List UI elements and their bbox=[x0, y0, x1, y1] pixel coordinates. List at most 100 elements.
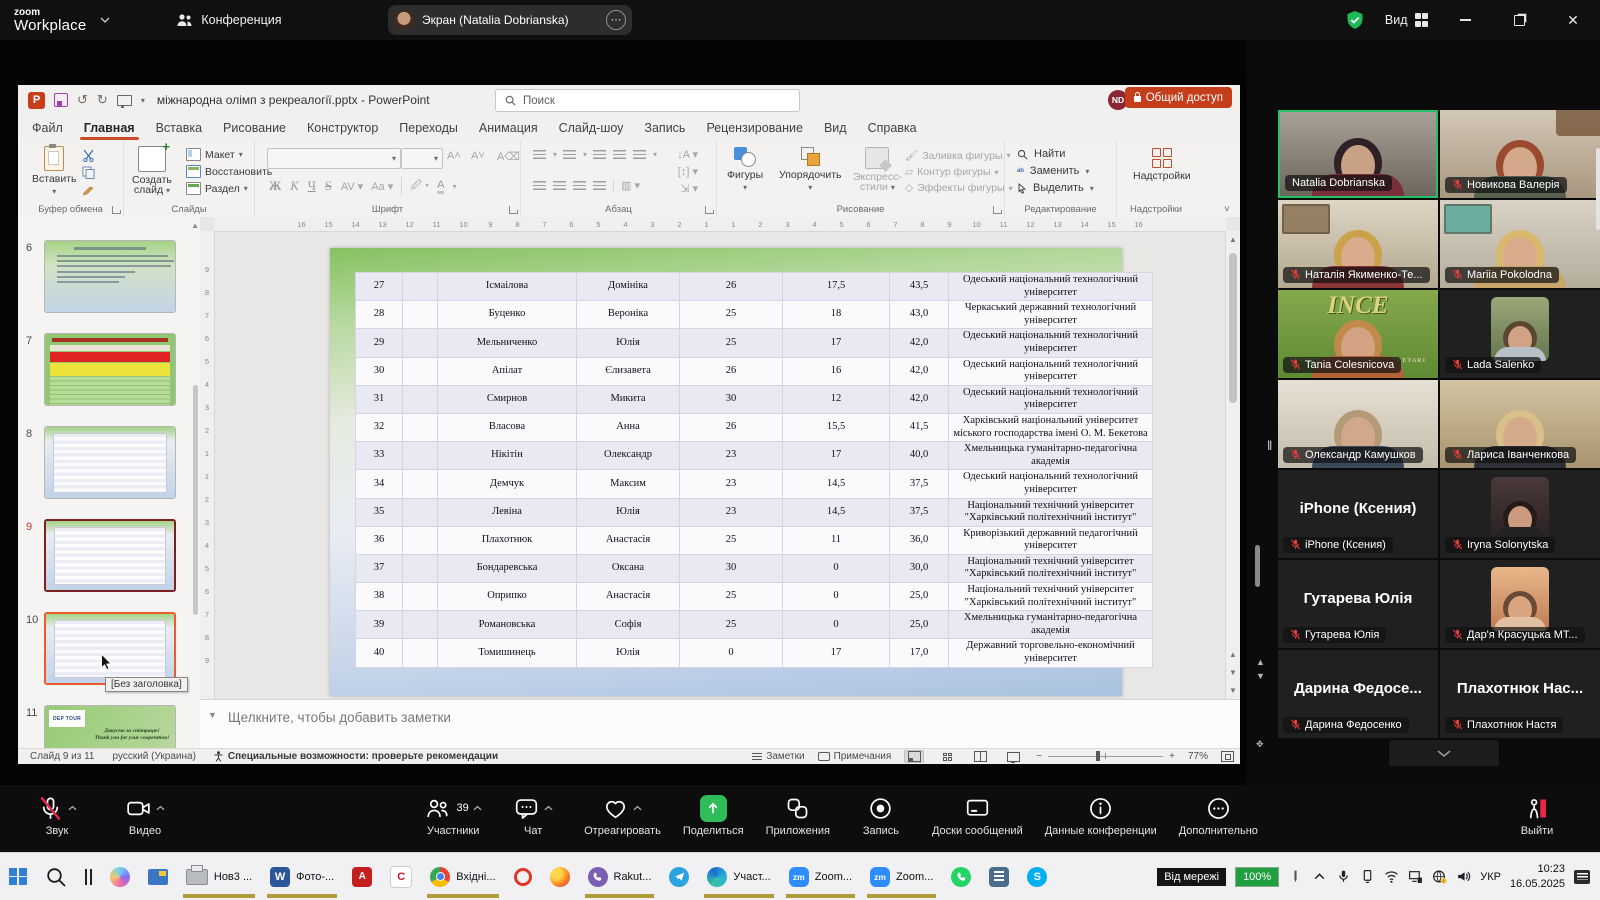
align-center-icon[interactable] bbox=[553, 181, 566, 190]
view-button[interactable]: Вид bbox=[1385, 13, 1428, 27]
screen-tab-more-icon[interactable]: ⋯ bbox=[606, 10, 626, 30]
clear-format-icon[interactable]: A⌫ bbox=[497, 150, 520, 163]
slide-thumbnail[interactable] bbox=[44, 426, 176, 499]
participant-tile[interactable]: Iryna Solonytska bbox=[1440, 470, 1600, 558]
align-text-icon[interactable]: [↕] ▾ bbox=[678, 165, 698, 178]
tab-shared-screen[interactable]: Экран (Natalia Dobrianska) ⋯ bbox=[388, 5, 632, 35]
ribbon-tab-Главная[interactable]: Главная bbox=[84, 121, 135, 135]
participants-button[interactable]: 39Участники bbox=[416, 794, 490, 837]
apps-button[interactable]: Приложения bbox=[758, 794, 838, 837]
participant-tile[interactable]: Новикова Валерія bbox=[1440, 110, 1600, 198]
slide-canvas[interactable]: 27ІсмаіловаДомініка2617,543,5Одеський на… bbox=[330, 248, 1122, 696]
video-button[interactable]: Видео bbox=[108, 794, 182, 837]
ribbon-collapse-icon[interactable]: ˅ bbox=[1224, 204, 1230, 215]
search-input[interactable]: Поиск bbox=[495, 89, 800, 112]
shape-outline-button[interactable]: ▱Контур фигуры▾ bbox=[905, 166, 1013, 178]
participant-tile[interactable]: Дар'я Красуцька МТ... bbox=[1440, 560, 1600, 648]
share-button[interactable]: Поделиться bbox=[675, 794, 752, 837]
taskbar-app-taskview[interactable] bbox=[76, 855, 101, 899]
slide-thumbnail[interactable] bbox=[44, 240, 176, 313]
tab-meeting[interactable]: Конференция bbox=[176, 13, 281, 27]
shape-fill-button[interactable]: 🖌Заливка фигуры▾ bbox=[905, 149, 1013, 162]
grow-font-icon[interactable]: A˄ bbox=[447, 150, 461, 162]
taskbar-app-firefox[interactable] bbox=[541, 855, 579, 899]
strikethrough-button[interactable]: S bbox=[325, 179, 332, 194]
chevron-up-icon[interactable] bbox=[68, 805, 77, 811]
taskbar-app-word[interactable]: WФото-... bbox=[261, 855, 343, 899]
ribbon-tab-Вид[interactable]: Вид bbox=[824, 121, 847, 135]
drawing-dialog-launcher[interactable] bbox=[993, 206, 1001, 214]
slide-scrollbar[interactable]: ▲ ▲ ▼ ▼ bbox=[1225, 231, 1240, 699]
security-shield-icon[interactable] bbox=[1345, 10, 1365, 30]
powerpoint-app-icon[interactable] bbox=[28, 92, 45, 109]
ribbon-tab-Слайд-шоу[interactable]: Слайд-шоу bbox=[559, 121, 624, 135]
ribbon-tab-Переходы[interactable]: Переходы bbox=[399, 121, 458, 135]
numbering-icon[interactable] bbox=[563, 150, 576, 159]
normal-view-button[interactable] bbox=[904, 750, 924, 763]
char-spacing-button[interactable]: AV ▾ bbox=[341, 180, 363, 193]
speaker-icon[interactable] bbox=[1456, 869, 1471, 884]
workspace-chevron-icon[interactable] bbox=[100, 17, 110, 23]
ribbon-tab-Справка[interactable]: Справка bbox=[868, 121, 917, 135]
format-painter-icon[interactable] bbox=[82, 183, 95, 196]
previous-slide-icon[interactable]: ▲ bbox=[1226, 650, 1240, 659]
clipboard-dialog-launcher[interactable] bbox=[112, 206, 120, 214]
participant-tile[interactable]: iPhone (Ксения)iPhone (Ксения) bbox=[1278, 470, 1438, 558]
participant-tile[interactable]: INCEINSTITUTUL NATIONAL CERCETARI ECONOM… bbox=[1278, 290, 1438, 378]
reading-view-button[interactable] bbox=[970, 750, 990, 763]
bullets-icon[interactable] bbox=[533, 150, 546, 159]
zoom-slider[interactable]: −+ bbox=[1036, 751, 1175, 762]
comments-toggle[interactable]: Примечания bbox=[818, 751, 892, 762]
taskbar-app-viber[interactable]: Rakut... bbox=[579, 855, 661, 899]
window-minimize-button[interactable] bbox=[1448, 0, 1482, 40]
chevron-up-icon[interactable] bbox=[473, 805, 482, 811]
font-color-button[interactable]: A bbox=[437, 179, 444, 194]
line-spacing-icon[interactable] bbox=[633, 150, 646, 159]
participant-tile[interactable]: Наталія Якименко-Те... bbox=[1278, 200, 1438, 288]
undo-icon[interactable]: ↺ bbox=[77, 92, 88, 108]
usb-device-icon[interactable] bbox=[1360, 869, 1375, 884]
smartart-convert-icon[interactable]: ⇲ ▾ bbox=[680, 182, 698, 195]
scrollbar-thumb[interactable] bbox=[1229, 253, 1237, 403]
align-right-icon[interactable] bbox=[573, 181, 586, 190]
panel-scroll-up-icon[interactable]: ▲ bbox=[1256, 658, 1265, 668]
cut-icon[interactable] bbox=[82, 149, 95, 162]
ribbon-tab-Вставка[interactable]: Вставка bbox=[156, 121, 202, 135]
slide-thumbnail[interactable] bbox=[44, 333, 176, 406]
notes-toggle[interactable]: Заметки bbox=[752, 751, 804, 762]
slide-sorter-view-button[interactable] bbox=[937, 750, 957, 763]
network-monitor-icon[interactable] bbox=[1408, 869, 1423, 884]
taskbar-app-zoom2[interactable]: zmZoom... bbox=[861, 855, 942, 899]
panel-scrollbar[interactable] bbox=[1596, 148, 1600, 230]
participant-tile[interactable]: Плахотнюк Нас...Плахотнюк Настя bbox=[1440, 650, 1600, 738]
find-button[interactable]: Найти bbox=[1017, 148, 1094, 160]
react-button[interactable]: Отреагировать bbox=[576, 794, 669, 837]
globe-warning-icon[interactable]: ! bbox=[1432, 869, 1447, 884]
taskbar-app-copilot[interactable] bbox=[101, 855, 139, 899]
microphone-icon[interactable] bbox=[1336, 869, 1351, 884]
copy-icon[interactable] bbox=[82, 166, 95, 179]
thumbs-scrollbar[interactable] bbox=[193, 385, 198, 615]
pen-icon[interactable] bbox=[1288, 869, 1303, 884]
highlight-button[interactable]: 🖉 ▾ bbox=[401, 177, 429, 196]
notes-splitter-icon[interactable]: ▼ bbox=[208, 710, 217, 720]
taskbar-app-calc[interactable] bbox=[980, 855, 1018, 899]
ribbon-tab-Рисование[interactable]: Рисование bbox=[223, 121, 286, 135]
taskbar-app-edge[interactable]: Участ... bbox=[698, 855, 779, 899]
info-button[interactable]: Данные конференции bbox=[1037, 794, 1165, 837]
tray-expand-icon[interactable] bbox=[1312, 869, 1327, 884]
taskbar-app-opera[interactable] bbox=[505, 855, 541, 899]
ribbon-tab-Анимация[interactable]: Анимация bbox=[479, 121, 538, 135]
language-switcher[interactable]: УКР bbox=[1480, 871, 1501, 883]
shapes-button[interactable]: Фигуры▾ bbox=[727, 147, 763, 192]
panel-scroll-down-icon[interactable]: ▼ bbox=[1256, 672, 1265, 682]
increase-indent-icon[interactable] bbox=[613, 150, 626, 159]
whiteboard-button[interactable]: Доски сообщений bbox=[924, 794, 1031, 837]
font-dialog-launcher[interactable] bbox=[509, 206, 517, 214]
redo-icon[interactable]: ↻ bbox=[97, 92, 108, 108]
underline-button[interactable]: Ч bbox=[308, 179, 316, 194]
slide-thumbnail[interactable]: DEP TOURДякуємо за співпрацю!Thank you f… bbox=[44, 705, 176, 748]
taskbar-app-cyber[interactable]: C bbox=[381, 855, 421, 899]
replace-button[interactable]: ᵃᵇЗаменить▾ bbox=[1017, 165, 1094, 177]
participant-tile[interactable]: Mariia Pokolodna bbox=[1440, 200, 1600, 288]
